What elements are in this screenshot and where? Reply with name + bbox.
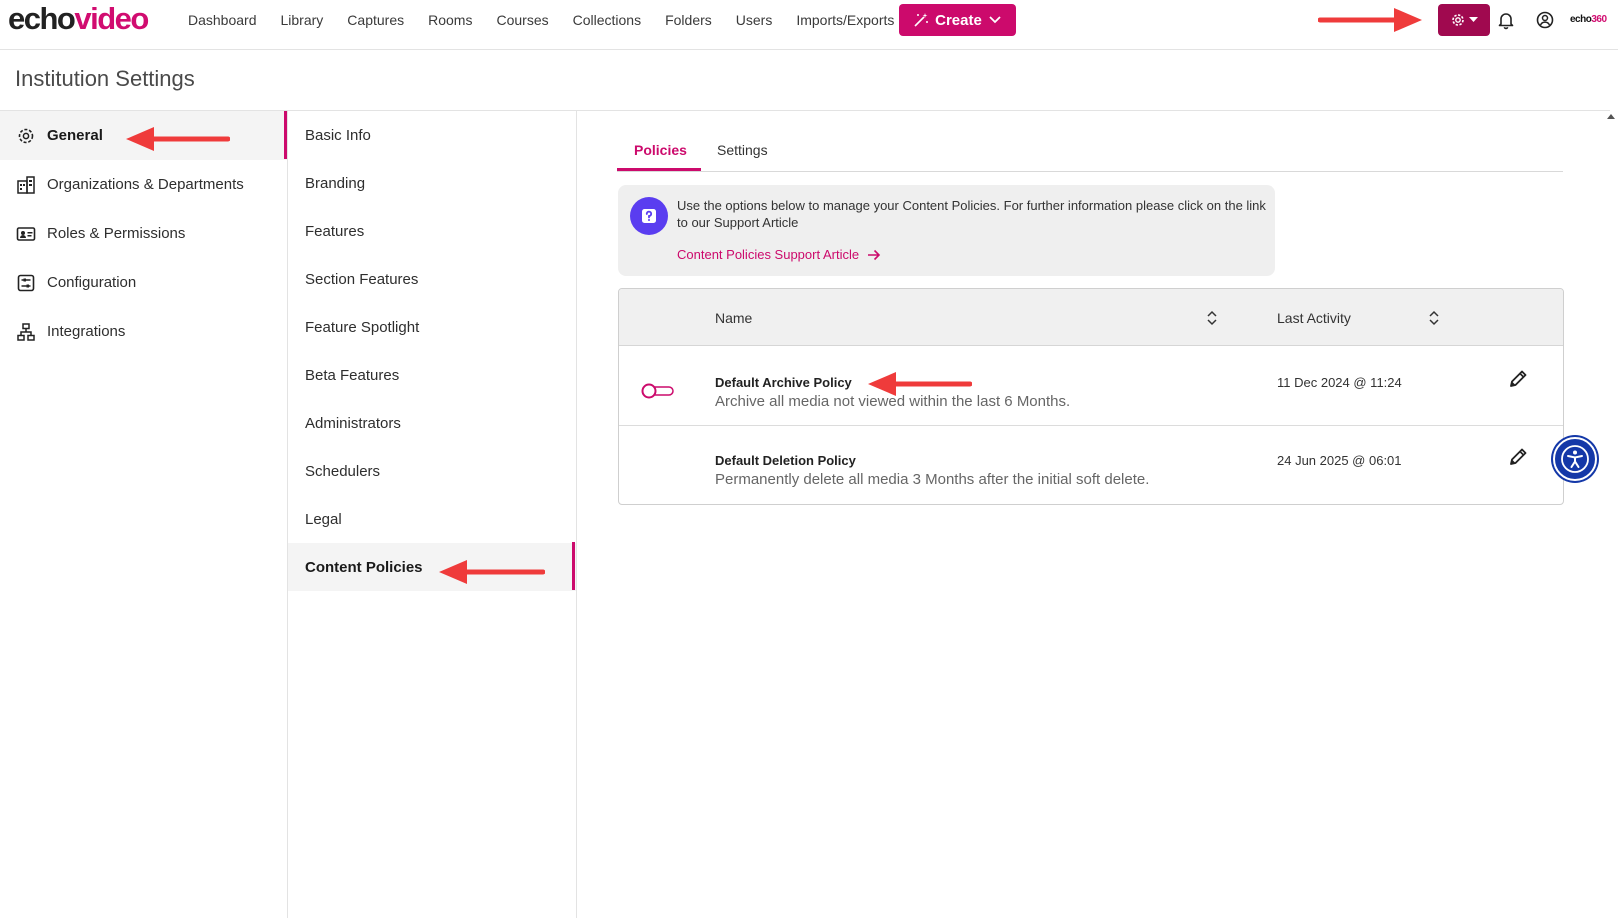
- annotation-arrow-content-policies: [439, 560, 545, 584]
- submenu-branding[interactable]: Branding: [288, 159, 576, 207]
- policy-tabs: Policies Settings: [617, 132, 1563, 172]
- help-icon: [630, 197, 668, 235]
- submenu-active-indicator: [572, 542, 575, 590]
- accessibility-icon: [1561, 445, 1589, 473]
- sidebar-item-label: Configuration: [47, 274, 137, 291]
- sidebar-active-indicator: [284, 111, 287, 159]
- nav-rooms[interactable]: Rooms: [428, 12, 472, 28]
- nav-library[interactable]: Library: [281, 12, 324, 28]
- pencil-icon[interactable]: [1507, 368, 1529, 390]
- sidebar-item-configuration[interactable]: Configuration: [0, 258, 287, 307]
- sort-icon[interactable]: [1207, 310, 1217, 326]
- support-article-label: Content Policies Support Article: [677, 247, 860, 262]
- sliders-icon: [17, 274, 35, 291]
- echo360-brand: echo360: [1570, 14, 1607, 25]
- tab-policies[interactable]: Policies: [634, 142, 687, 158]
- caret-down-icon: [1469, 17, 1478, 22]
- column-header-name[interactable]: Name: [715, 310, 752, 326]
- sidebar-item-roles-permissions[interactable]: Roles & Permissions: [0, 209, 287, 258]
- submenu-feature-spotlight[interactable]: Feature Spotlight: [288, 303, 576, 351]
- info-text: Use the options below to manage your Con…: [677, 198, 1266, 230]
- create-label: Create: [935, 11, 982, 29]
- pencil-icon[interactable]: [1507, 446, 1529, 468]
- nav-dashboard[interactable]: Dashboard: [188, 12, 257, 28]
- scroll-up-arrow[interactable]: [1607, 114, 1615, 119]
- id-card-icon: [16, 226, 36, 241]
- page-title: Institution Settings: [15, 66, 195, 91]
- tab-settings[interactable]: Settings: [717, 142, 768, 158]
- nav-imports-exports[interactable]: Imports/Exports: [796, 12, 894, 28]
- magic-wand-icon: [914, 13, 929, 27]
- echo360-text-360: 360: [1591, 14, 1607, 25]
- table-header: Name Last Activity: [619, 289, 1563, 346]
- support-article-link[interactable]: Content Policies Support Article: [677, 247, 881, 262]
- arrow-right-icon: [868, 249, 881, 260]
- network-icon: [17, 322, 35, 341]
- submenu-basic-info[interactable]: Basic Info: [288, 111, 576, 159]
- nav-folders[interactable]: Folders: [665, 12, 712, 28]
- main-nav: Dashboard Library Captures Rooms Courses…: [188, 12, 918, 28]
- submenu-legal[interactable]: Legal: [288, 495, 576, 543]
- gear-icon: [18, 128, 34, 143]
- nav-collections[interactable]: Collections: [573, 12, 641, 28]
- sidebar-item-label: General: [47, 127, 103, 144]
- settings-sidebar: General Organizations & Departments Role…: [0, 111, 288, 918]
- sidebar-item-label: Integrations: [47, 323, 126, 340]
- policy-description: Permanently delete all media 3 Months af…: [715, 471, 1150, 488]
- logo-text-video: video: [74, 1, 149, 36]
- general-submenu: Basic Info Branding Features Section Fea…: [288, 111, 577, 918]
- table-row: Default Archive Policy Archive all media…: [619, 346, 1563, 425]
- policy-last-activity: 11 Dec 2024 @ 11:24: [1277, 375, 1402, 390]
- gear-icon: [1452, 14, 1464, 26]
- submenu-section-features[interactable]: Section Features: [288, 255, 576, 303]
- annotation-arrow-settings: [1318, 8, 1422, 32]
- policy-last-activity: 24 Jun 2025 @ 06:01: [1277, 453, 1402, 468]
- sidebar-item-label: Organizations & Departments: [47, 176, 244, 193]
- policy-toggle-switch[interactable]: [641, 383, 675, 399]
- submenu-administrators[interactable]: Administrators: [288, 399, 576, 447]
- echo360-text-echo: echo: [1570, 14, 1592, 25]
- sidebar-item-organizations[interactable]: Organizations & Departments: [0, 160, 287, 209]
- bell-icon[interactable]: [1496, 10, 1516, 30]
- info-banner: Use the options below to manage your Con…: [618, 185, 1275, 276]
- active-tab-underline: [617, 168, 701, 171]
- nav-captures[interactable]: Captures: [347, 12, 404, 28]
- policy-name: Default Archive Policy: [715, 375, 852, 390]
- logo-text-echo: echo: [8, 1, 76, 36]
- sort-icon[interactable]: [1429, 310, 1439, 326]
- question-square-icon: [642, 209, 656, 223]
- annotation-arrow-archive-policy: [868, 372, 972, 396]
- building-icon: [17, 175, 35, 194]
- table-row: Default Deletion Policy Permanently dele…: [619, 426, 1563, 504]
- echovideo-logo[interactable]: echovideo: [8, 1, 149, 37]
- submenu-beta-features[interactable]: Beta Features: [288, 351, 576, 399]
- submenu-schedulers[interactable]: Schedulers: [288, 447, 576, 495]
- annotation-arrow-general: [126, 127, 230, 151]
- accessibility-button[interactable]: [1553, 437, 1597, 481]
- user-profile-icon[interactable]: [1535, 10, 1555, 30]
- sidebar-item-label: Roles & Permissions: [47, 225, 186, 242]
- submenu-features[interactable]: Features: [288, 207, 576, 255]
- sidebar-item-integrations[interactable]: Integrations: [0, 307, 287, 356]
- policy-name: Default Deletion Policy: [715, 453, 856, 468]
- create-button[interactable]: Create: [899, 4, 1016, 36]
- nav-courses[interactable]: Courses: [496, 12, 548, 28]
- chevron-down-icon: [989, 16, 1001, 24]
- column-header-last-activity[interactable]: Last Activity: [1277, 310, 1351, 326]
- nav-users[interactable]: Users: [736, 12, 773, 28]
- policies-table: Name Last Activity Default Archive Polic…: [618, 288, 1564, 505]
- settings-menu-button[interactable]: [1438, 4, 1490, 36]
